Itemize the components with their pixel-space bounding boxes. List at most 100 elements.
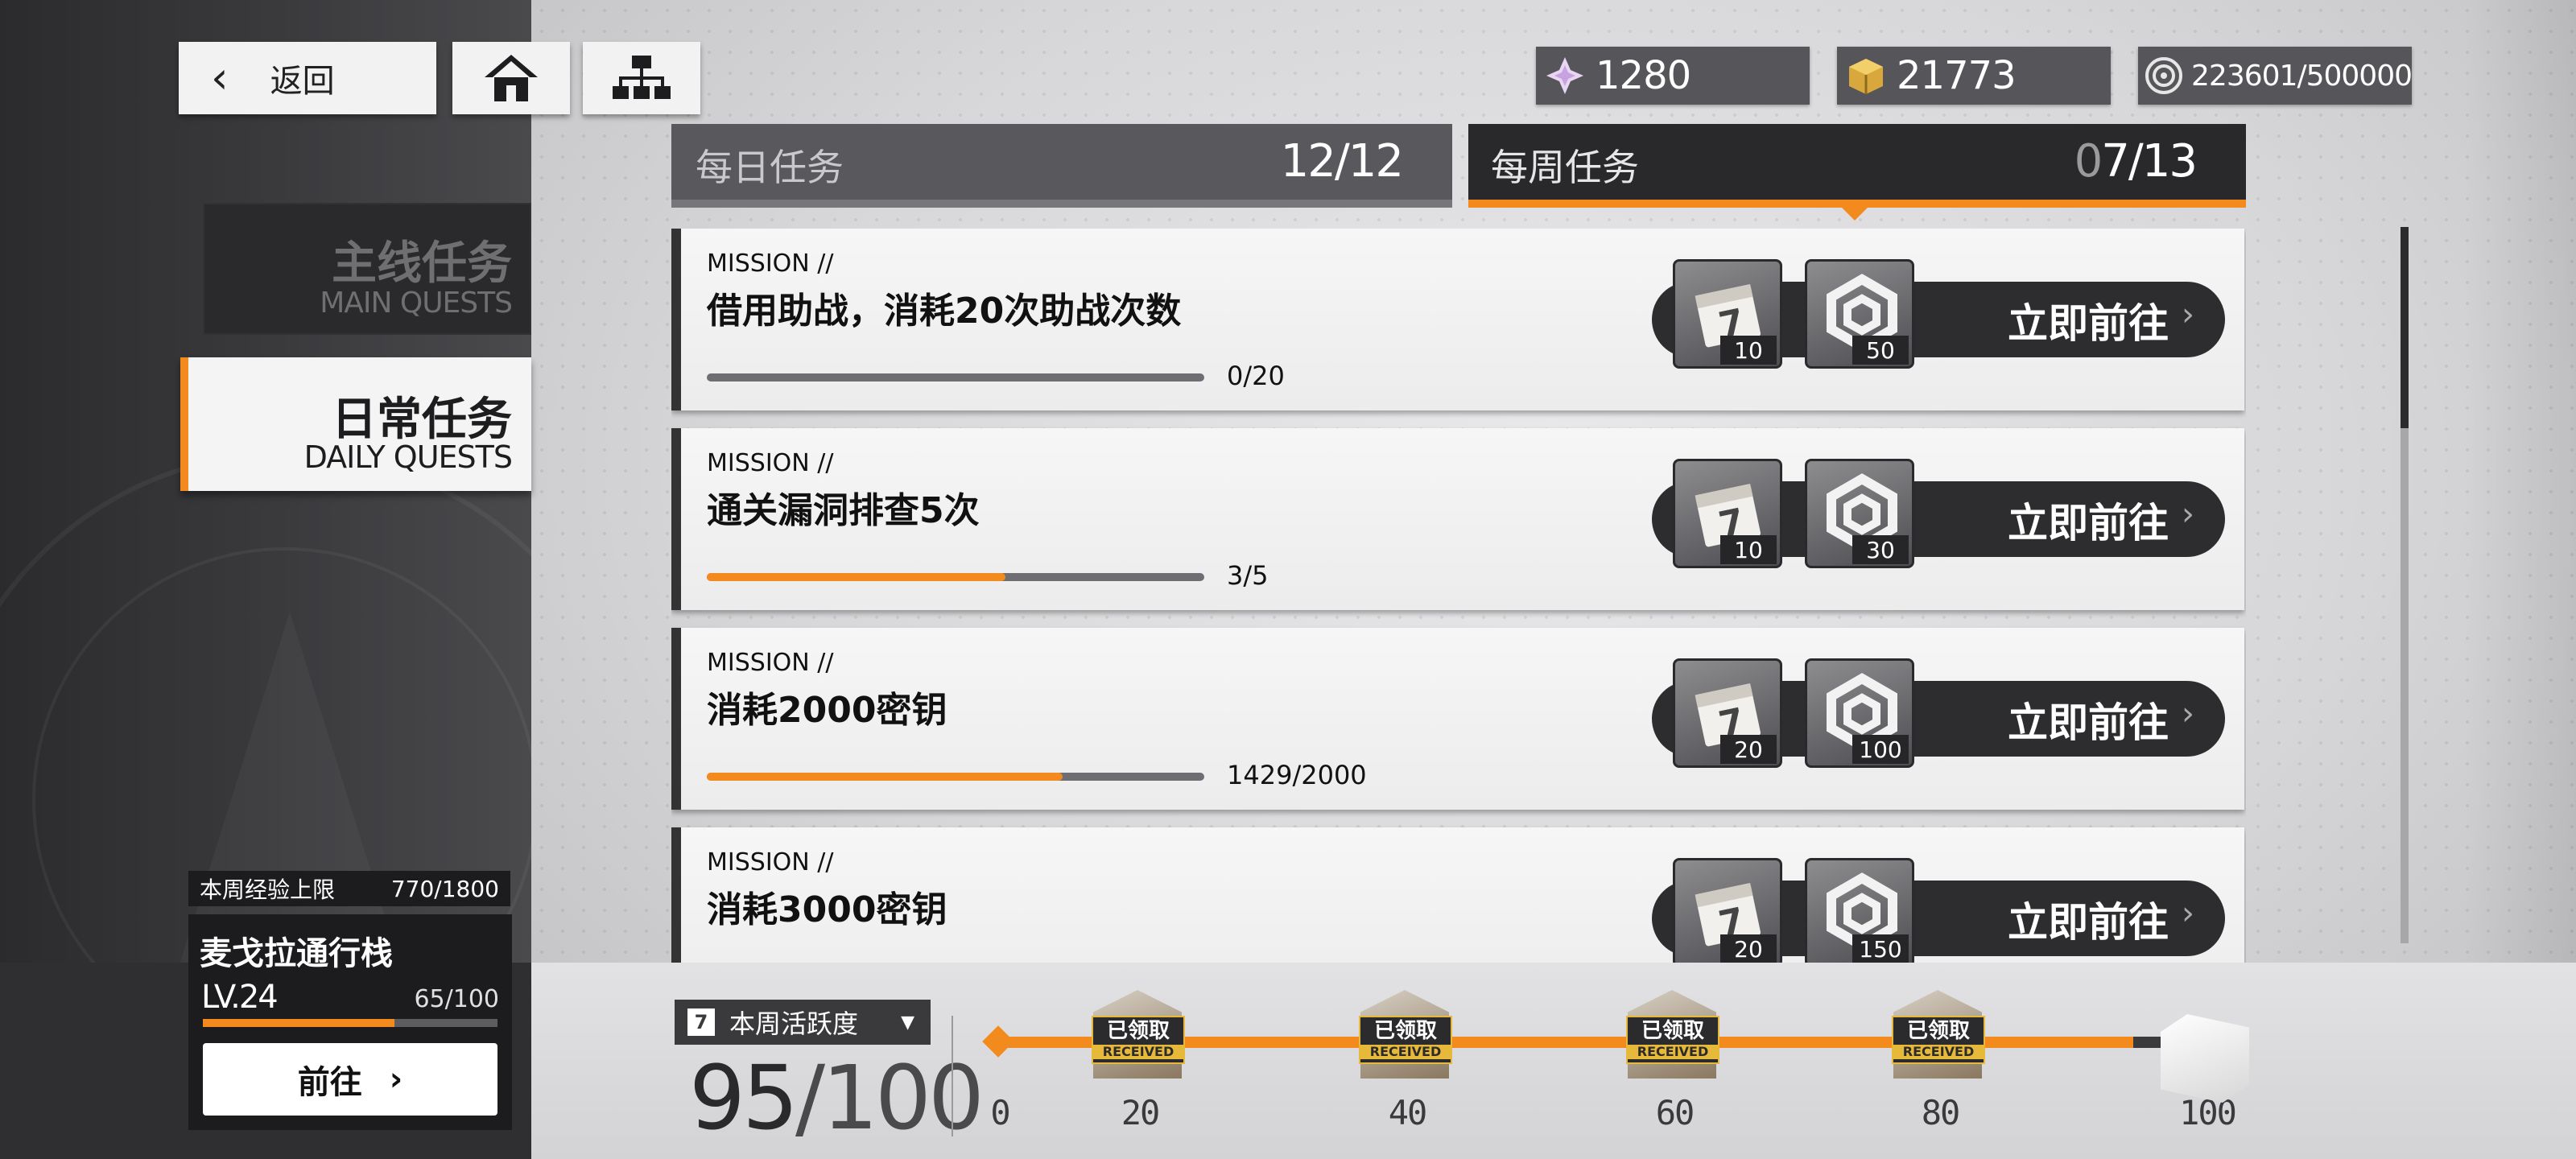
mission-go-label: 立即前往 <box>2008 300 2169 347</box>
reward-qty: 30 <box>1852 535 1909 564</box>
mission-card: MISSION // 通关漏洞排查5次 3/5 7 10 30 立即前往 › <box>671 428 2244 610</box>
reward-qty: 10 <box>1720 336 1777 365</box>
mission-title: 借用助战，消耗20次助战次数 <box>707 291 1182 332</box>
tab-weekly-count: 07/13 <box>2074 135 2198 188</box>
chevron-left-icon: ‹ <box>211 52 229 103</box>
chevron-right-icon: › <box>2182 296 2194 333</box>
back-button[interactable]: ‹ 返回 <box>179 42 436 114</box>
activity-dropdown[interactable]: 7 本周活跃度 ▼ <box>675 1000 931 1045</box>
mission-tag: MISSION // <box>707 449 834 477</box>
reward-item-calendar[interactable]: 7 20 <box>1673 658 1782 768</box>
activity-score-value: 95 <box>689 1046 799 1149</box>
received-label: 已领取 <box>1641 1019 1704 1043</box>
reward-chest-received[interactable]: 已领取 RECEIVED <box>1085 971 1190 1083</box>
reward-chest-received[interactable]: 已领取 RECEIVED <box>1885 971 1990 1083</box>
currency-exp[interactable]: 223601/500000 <box>2138 47 2413 105</box>
exp-coin-icon <box>2145 53 2183 98</box>
activity-tick-label: 20 <box>1121 1093 1161 1132</box>
home-button[interactable] <box>452 42 570 114</box>
reward-item-chip[interactable]: 50 <box>1805 259 1914 369</box>
activity-tick-label: 40 <box>1388 1093 1428 1132</box>
tab-daily-label: 每日任务 <box>696 146 844 189</box>
tab-main-quests-en: MAIN QUESTS <box>320 287 513 320</box>
go-button[interactable]: 前往 › <box>203 1043 497 1116</box>
reward-item-chip[interactable]: 150 <box>1805 858 1914 963</box>
mission-go-label: 立即前往 <box>2008 899 2169 946</box>
station-level: LV.24 <box>201 979 279 1016</box>
home-icon <box>485 55 538 101</box>
mission-tag: MISSION // <box>707 250 834 278</box>
mission-go-label: 立即前往 <box>2008 699 2169 746</box>
missions-list[interactable]: MISSION //借用助战，消耗20次助战次数 0/20 7 10 50 立即前往 › MI… <box>671 229 2246 963</box>
reward-qty: 100 <box>1852 735 1909 764</box>
tab-weekly-count-main: 7/13 <box>2101 135 2198 188</box>
station-progress-fill <box>203 1019 394 1027</box>
tab-weekly-missions[interactable]: 每周任务 07/13 <box>1468 124 2246 221</box>
received-label-en: RECEIVED <box>1893 1045 1984 1059</box>
mission-progress-bar <box>707 773 1204 781</box>
reward-item-calendar[interactable]: 7 10 <box>1673 459 1782 568</box>
activity-label: 本周活跃度 <box>729 1008 859 1039</box>
mission-card: MISSION // 消耗2000密钥 1429/2000 7 20 100 立即前往 › <box>671 628 2244 810</box>
received-label-en: RECEIVED <box>1093 1045 1183 1059</box>
reward-qty: 20 <box>1720 934 1777 963</box>
received-label-en: RECEIVED <box>1360 1045 1451 1059</box>
reward-item-calendar[interactable]: 7 10 <box>1673 259 1782 369</box>
sitemap-icon <box>613 56 671 99</box>
mission-title: 消耗2000密钥 <box>707 690 947 731</box>
station-name: 麦戈拉通行栈 <box>200 935 393 972</box>
tab-daily-missions[interactable]: 每日任务 12/12 <box>671 124 1452 208</box>
activity-tick-label: 0 <box>990 1093 1010 1132</box>
mission-progress-text: 0/20 <box>1227 361 1285 391</box>
reward-chest-final[interactable] <box>2153 995 2257 1107</box>
weekly-exp-value: 770/1800 <box>390 875 499 902</box>
mission-progress-bar <box>707 573 1204 581</box>
mission-progress-fill <box>707 773 1063 781</box>
tab-weekly-underline <box>1468 200 2246 208</box>
tab-weekly-label: 每周任务 <box>1491 146 1639 189</box>
chevron-right-icon: › <box>389 1061 403 1098</box>
reward-chest-received[interactable]: 已领取 RECEIVED <box>1352 971 1457 1083</box>
tab-daily-quests-en: DAILY QUESTS <box>303 439 513 475</box>
reward-item-chip[interactable]: 30 <box>1805 459 1914 568</box>
chevron-right-icon: › <box>2182 496 2194 533</box>
reward-item-calendar[interactable]: 7 20 <box>1673 858 1782 963</box>
activity-tick-label: 80 <box>1921 1093 1961 1132</box>
weekly-exp-cap: 本周经验上限 770/1800 <box>188 871 510 906</box>
chevron-right-icon: › <box>2182 695 2194 732</box>
chest-icon <box>2161 1014 2249 1103</box>
gold-value: 21773 <box>1897 53 2017 98</box>
activity-tick-label: 60 <box>1655 1093 1695 1132</box>
tab-daily-quests[interactable]: 日常任务 DAILY QUESTS <box>180 357 531 491</box>
go-button-label: 前往 <box>297 1064 362 1101</box>
station-progress-text: 65/100 <box>414 985 499 1013</box>
sitemap-button[interactable] <box>583 42 700 114</box>
mission-go-label: 立即前往 <box>2008 500 2169 547</box>
currency-gems[interactable]: 1280 <box>1536 47 1810 105</box>
reward-chest-received[interactable]: 已领取 RECEIVED <box>1620 971 1724 1083</box>
scrollbar-thumb[interactable] <box>2401 227 2409 428</box>
mission-tag: MISSION // <box>707 848 834 876</box>
reward-qty: 10 <box>1720 535 1777 564</box>
tab-main-quests[interactable]: 主线任务 MAIN QUESTS <box>203 203 531 335</box>
reward-item-chip[interactable]: 100 <box>1805 658 1914 768</box>
mission-card: MISSION // 借用助战，消耗20次助战次数 0/20 7 10 50 立即前往 › <box>671 229 2244 410</box>
back-label: 返回 <box>270 63 335 100</box>
mission-title: 消耗3000密钥 <box>707 889 947 930</box>
currency-gold[interactable]: 21773 <box>1837 47 2111 105</box>
exp-value: 223601/500000 <box>2191 59 2413 93</box>
tab-daily-underline <box>671 200 1452 208</box>
tab-weekly-count-dim: 0 <box>2074 135 2103 188</box>
mission-card: MISSION // 消耗3000密钥 7 20 150 立即前往 › <box>671 827 2244 963</box>
mission-title: 通关漏洞排查5次 <box>707 490 980 531</box>
tab-main-quests-zh: 主线任务 <box>332 237 512 290</box>
chevron-right-icon: › <box>2182 895 2194 932</box>
received-badge: 已领取 RECEIVED <box>1626 1016 1719 1064</box>
gold-crate-icon <box>1843 53 1889 98</box>
received-label: 已领取 <box>1373 1019 1437 1043</box>
received-label: 已领取 <box>1906 1019 1970 1043</box>
received-label-en: RECEIVED <box>1628 1045 1718 1059</box>
received-badge: 已领取 RECEIVED <box>1092 1016 1185 1064</box>
mission-tag: MISSION // <box>707 649 834 677</box>
gems-value: 1280 <box>1596 53 1691 98</box>
